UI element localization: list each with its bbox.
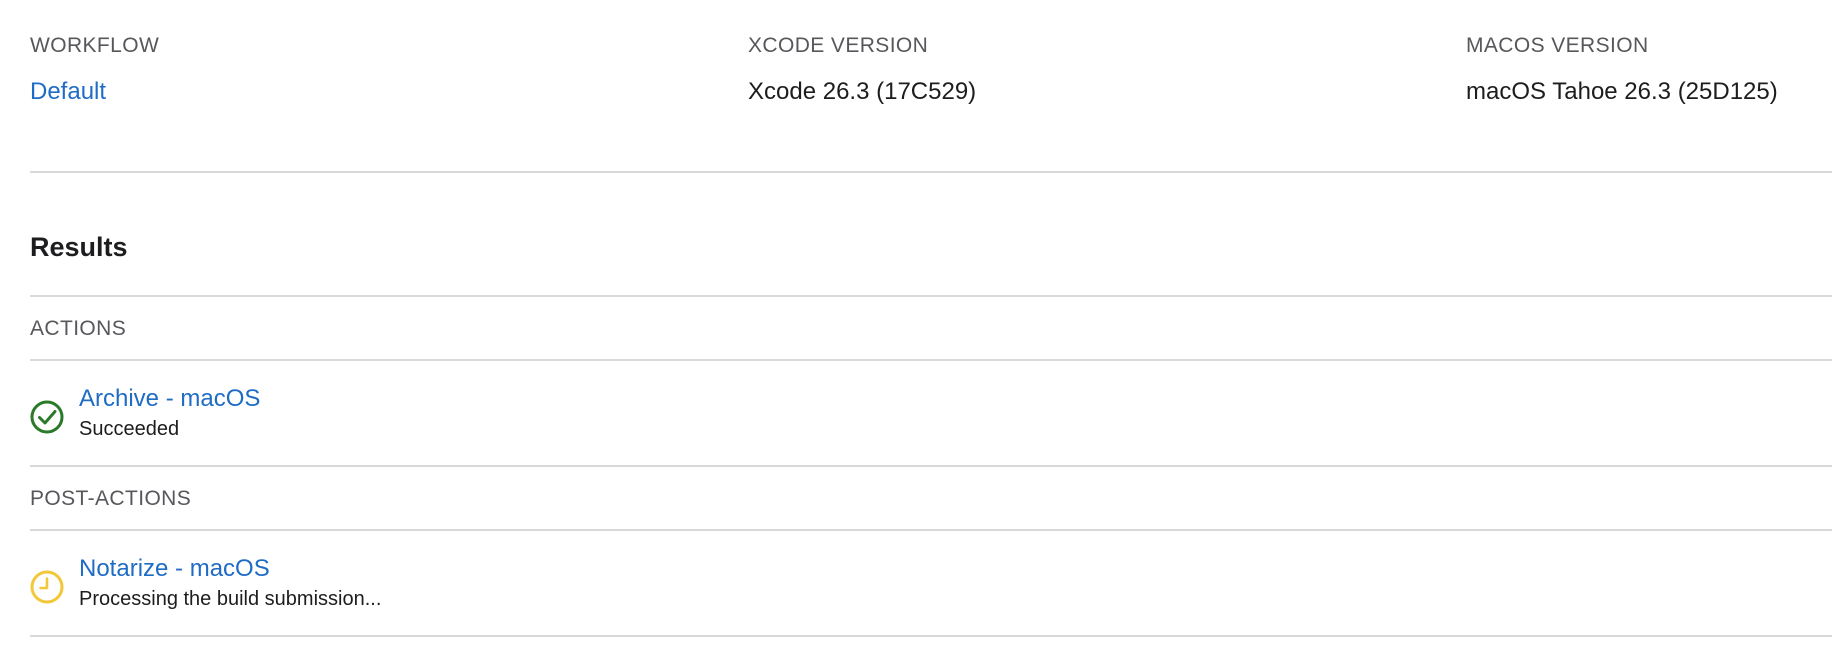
pending-clock-icon	[30, 570, 64, 604]
post-actions-divider	[30, 529, 1832, 531]
result-row-notarize: Notarize - macOS Processing the build su…	[30, 554, 1030, 614]
results-divider	[30, 295, 1832, 297]
archive-action-link[interactable]: Archive - macOS	[79, 384, 260, 414]
xcode-version-value: Xcode 26.3 (17C529)	[748, 78, 977, 105]
result-row-archive: Archive - macOS Succeeded	[30, 384, 1030, 444]
workflow-link[interactable]: Default	[30, 77, 159, 107]
xcode-version-column: XCODE VERSION Xcode 26.3 (17C529)	[748, 33, 976, 107]
success-check-icon	[30, 400, 64, 434]
post-actions-top-divider	[30, 465, 1832, 467]
build-summary: WORKFLOW Default XCODE VERSION Xcode 26.…	[30, 0, 1832, 172]
results-heading: Results	[30, 232, 128, 262]
macos-version-label: MACOS VERSION	[1466, 34, 1649, 57]
post-actions-section-label: POST-ACTIONS	[30, 487, 192, 510]
workflow-column: WORKFLOW Default	[30, 33, 159, 107]
summary-divider	[30, 171, 1832, 173]
archive-action-status: Succeeded	[79, 418, 180, 440]
workflow-label: WORKFLOW	[30, 34, 160, 57]
notarize-action-status: Processing the build submission...	[79, 588, 382, 610]
macos-version-value: macOS Tahoe 26.3 (25D125)	[1466, 78, 1778, 105]
actions-divider	[30, 359, 1832, 361]
bottom-divider	[30, 635, 1832, 637]
xcode-version-label: XCODE VERSION	[748, 34, 929, 57]
actions-section-label: ACTIONS	[30, 317, 127, 340]
macos-version-column: MACOS VERSION macOS Tahoe 26.3 (25D125)	[1466, 33, 1778, 107]
notarize-action-link[interactable]: Notarize - macOS	[79, 554, 270, 584]
